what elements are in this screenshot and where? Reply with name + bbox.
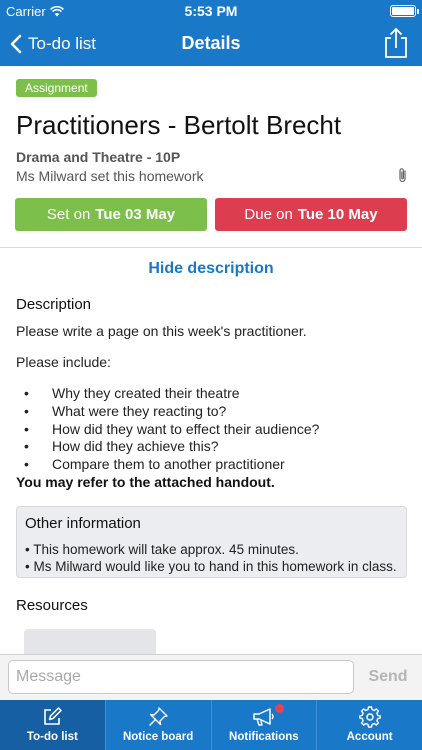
message-bar: Send [0,654,422,700]
other-information-text: • This homework will take approx. 45 min… [25,542,299,557]
assignment-badge: Assignment [16,79,97,97]
megaphone-icon [253,708,274,726]
tab-label: To-do list [26,731,78,743]
list-item-text: Compare them to another practitioner [52,456,285,473]
list-item: • How did they achieve this? [24,438,219,455]
description-text: Please write a page on this week's pract… [16,323,307,339]
set-date-prefix: Set on [46,206,91,223]
resources-heading: Resources [16,597,88,614]
resource-attachment[interactable] [24,629,156,654]
battery-icon [390,5,419,17]
tab-label: Notice board [122,731,194,743]
share-icon [385,27,407,58]
notification-badge [274,703,285,714]
description-heading: Description [16,296,92,313]
homework-title: Practitioners - Bertolt Brecht [16,110,342,140]
setter-label: Ms Milward set this homework [16,168,204,184]
other-information-heading: Other information [25,515,141,532]
edit-icon [44,707,63,725]
due-date-prefix: Due on [244,206,293,223]
tab-account[interactable]: Account [316,700,422,750]
subject-label: Drama and Theatre - 10P [16,149,181,165]
tab-todo-list[interactable]: To-do list [0,700,105,750]
list-item: • What were they reacting to? [24,402,227,419]
gear-icon [358,706,381,728]
list-item: • Compare them to another practitioner [24,456,285,473]
status-bar: Carrier 5:53 PM [0,0,422,22]
clock: 5:53 PM [184,3,238,19]
description-text: Please include: [16,354,111,370]
due-date-value: Tue 10 May [297,206,378,223]
handout-note: You may refer to the attached handout. [16,474,275,490]
divider [0,247,422,248]
list-item: • Why they created their theatre [24,385,240,401]
set-date-value: Tue 03 May [95,206,176,223]
send-button[interactable]: Send [362,668,414,686]
due-date-button[interactable]: Due on Tue 10 May [215,198,407,231]
message-input[interactable] [8,660,354,694]
tab-label: Account [346,731,393,743]
list-item-text: How did they achieve this? [52,438,219,455]
tab-notice-board[interactable]: Notice board [104,700,211,750]
share-button[interactable] [382,27,410,59]
page-title: Details [181,33,241,53]
paperclip-icon [399,168,406,183]
hide-description-link[interactable]: Hide description [0,260,422,278]
set-date-button[interactable]: Set on Tue 03 May [15,198,207,231]
tab-notifications[interactable]: Notifications [210,700,317,750]
navigation-bar: To-do list Details [0,22,422,66]
tab-label: Notifications [229,731,299,743]
list-item-text: What were they reacting to? [52,402,227,419]
list-item-text: How did they want to effect their audien… [52,420,320,437]
homework-details: Assignment Practitioners - Bertolt Brech… [0,66,422,654]
list-item-text: Why they created their theatre [52,385,240,401]
pin-icon [149,707,168,726]
tab-bar: To-do list Notice board Notifications Ac… [0,700,422,750]
description-bullet-list: • Why they created their theatre • What we… [24,385,319,474]
other-information-text: • Ms Milward would like you to hand in t… [25,559,397,574]
other-information-box: Other information • This homework will t… [16,506,407,578]
list-item: • How did they want to effect their audie… [24,420,320,437]
